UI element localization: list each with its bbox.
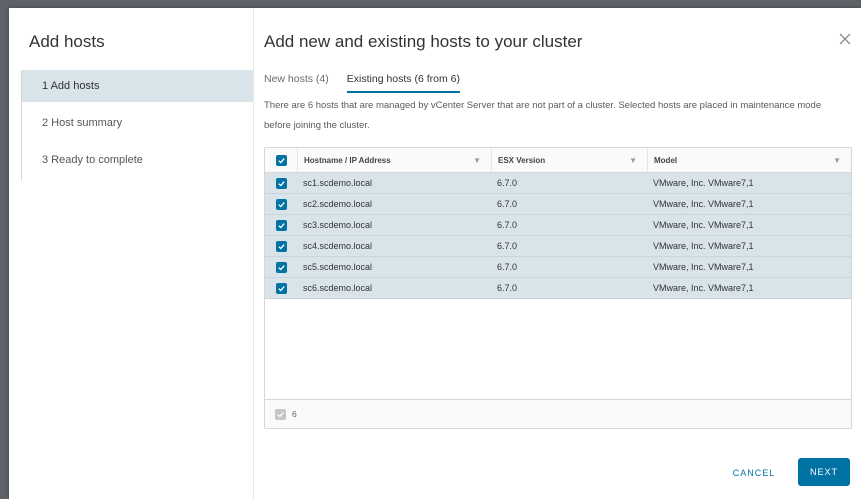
row-select-cell [265, 219, 297, 231]
cell-hostname: sc2.scdemo.local [303, 199, 373, 209]
cell-esx-version: 6.7.0 [497, 178, 518, 188]
check-icon [277, 411, 284, 418]
column-label-esx-version: ESX Version [498, 155, 546, 165]
column-header-model[interactable]: Model ▼ [647, 148, 851, 172]
check-icon [277, 264, 285, 271]
wizard-nav: Add hosts 1 Add hosts 2 Host summary 3 R… [9, 8, 254, 499]
row-checkbox[interactable] [275, 282, 287, 294]
grid-footer: 6 [265, 399, 851, 428]
table-row[interactable]: sc6.scdemo.local 6.7.0 VMware, Inc. VMwa… [265, 278, 851, 299]
column-header-hostname[interactable]: Hostname / IP Address ▼ [297, 148, 491, 172]
page-title: Add new and existing hosts to your clust… [264, 32, 583, 51]
table-row[interactable]: sc2.scdemo.local 6.7.0 VMware, Inc. VMwa… [265, 194, 851, 215]
row-select-cell [265, 177, 297, 189]
cell-esx-version: 6.7.0 [497, 199, 518, 209]
filter-icon[interactable]: ▼ [833, 156, 841, 165]
row-checkbox[interactable] [275, 240, 287, 252]
close-icon[interactable] [835, 30, 855, 50]
filter-icon[interactable]: ▼ [629, 156, 637, 165]
cell-hostname: sc5.scdemo.local [303, 262, 373, 272]
column-label-model: Model [654, 155, 678, 165]
row-select-cell [265, 240, 297, 252]
cell-model: VMware, Inc. VMware7,1 [653, 262, 754, 272]
row-checkbox[interactable] [275, 198, 287, 210]
check-icon [277, 180, 285, 187]
cell-model: VMware, Inc. VMware7,1 [653, 241, 754, 251]
table-row[interactable]: sc4.scdemo.local 6.7.0 VMware, Inc. VMwa… [265, 236, 851, 257]
wizard-title: Add hosts [29, 32, 105, 51]
row-select-cell [265, 261, 297, 273]
wizard-content: Add new and existing hosts to your clust… [254, 8, 861, 499]
cancel-button[interactable]: CANCEL [719, 460, 789, 486]
column-header-esx-version[interactable]: ESX Version ▼ [491, 148, 647, 172]
host-tabs: New hosts (4) Existing hosts (6 from 6) [264, 71, 460, 93]
cell-hostname: sc4.scdemo.local [303, 241, 373, 251]
row-checkbox[interactable] [275, 177, 287, 189]
cell-model: VMware, Inc. VMware7,1 [653, 220, 754, 230]
select-all-checkbox[interactable] [275, 154, 287, 166]
close-icon-glyph [839, 33, 851, 45]
wizard-steps: 1 Add hosts 2 Host summary 3 Ready to co… [21, 70, 253, 181]
cell-esx-version: 6.7.0 [497, 220, 518, 230]
select-all-cell [265, 154, 297, 166]
cell-model: VMware, Inc. VMware7,1 [653, 178, 754, 188]
row-checkbox[interactable] [275, 261, 287, 273]
cell-esx-version: 6.7.0 [497, 283, 518, 293]
cell-hostname: sc1.scdemo.local [303, 178, 373, 188]
step-add-hosts[interactable]: 1 Add hosts [22, 70, 253, 102]
cell-esx-version: 6.7.0 [497, 241, 518, 251]
row-select-cell [265, 282, 297, 294]
check-icon [277, 222, 285, 229]
next-button[interactable]: NEXT [798, 458, 850, 486]
step-ready-to-complete[interactable]: 3 Ready to complete [22, 144, 253, 176]
check-icon [277, 157, 285, 164]
table-row[interactable]: sc5.scdemo.local 6.7.0 VMware, Inc. VMwa… [265, 257, 851, 278]
tab-existing-hosts[interactable]: Existing hosts (6 from 6) [346, 71, 460, 93]
row-select-cell [265, 198, 297, 210]
selected-count-checkbox-icon [275, 408, 286, 420]
check-icon [277, 285, 285, 292]
grid-header: Hostname / IP Address ▼ ESX Version ▼ Mo… [265, 148, 851, 173]
cell-esx-version: 6.7.0 [497, 262, 518, 272]
column-label-hostname: Hostname / IP Address [304, 155, 391, 165]
selected-count: 6 [292, 409, 297, 419]
table-row[interactable]: sc3.scdemo.local 6.7.0 VMware, Inc. VMwa… [265, 215, 851, 236]
check-icon [277, 243, 285, 250]
grid-rows: sc1.scdemo.local 6.7.0 VMware, Inc. VMwa… [265, 173, 851, 299]
hosts-datagrid: Hostname / IP Address ▼ ESX Version ▼ Mo… [264, 147, 852, 429]
description-text: There are 6 hosts that are managed by vC… [264, 100, 822, 131]
step-host-summary[interactable]: 2 Host summary [22, 107, 253, 139]
cell-hostname: sc3.scdemo.local [303, 220, 373, 230]
cell-hostname: sc6.scdemo.local [303, 283, 373, 293]
row-checkbox[interactable] [275, 219, 287, 231]
check-icon [277, 201, 285, 208]
table-row[interactable]: sc1.scdemo.local 6.7.0 VMware, Inc. VMwa… [265, 173, 851, 194]
filter-icon[interactable]: ▼ [473, 156, 481, 165]
cell-model: VMware, Inc. VMware7,1 [653, 199, 754, 209]
add-hosts-dialog: Add hosts 1 Add hosts 2 Host summary 3 R… [9, 8, 861, 499]
cell-model: VMware, Inc. VMware7,1 [653, 283, 754, 293]
tab-new-hosts[interactable]: New hosts (4) [264, 71, 329, 93]
